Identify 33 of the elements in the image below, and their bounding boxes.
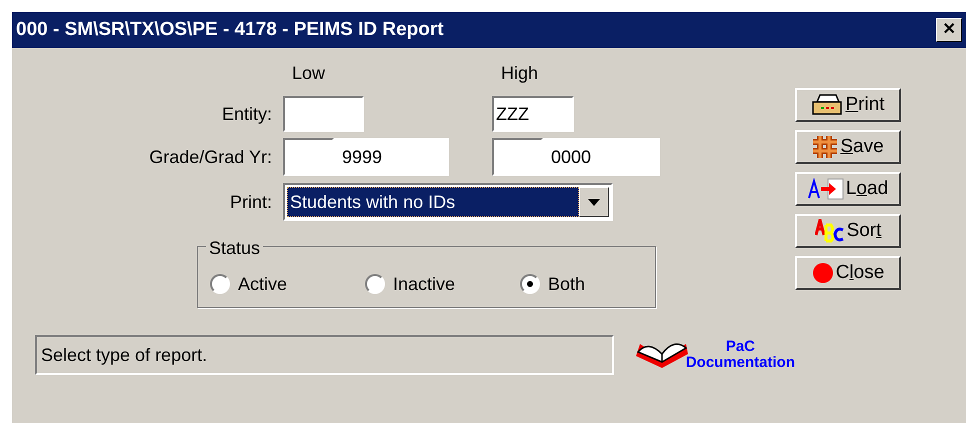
field-label: Grade/Grad Yr: — [148, 146, 272, 168]
year-high-field: 0000 — [543, 138, 660, 176]
close-button[interactable]: ✕ — [936, 18, 962, 42]
load-button[interactable]: Load — [795, 172, 901, 206]
radio-label: Both — [548, 272, 586, 296]
print-dropdown[interactable]: Students with no IDs — [283, 183, 613, 221]
hash-icon — [812, 135, 838, 159]
print-button[interactable]: Print — [795, 88, 901, 122]
field-label: Entity: — [220, 102, 272, 126]
documentation-link[interactable]: Documentation — [686, 355, 795, 371]
radio-button[interactable] — [365, 274, 385, 294]
printer-icon — [811, 93, 844, 117]
documentation-link[interactable]: PaC — [726, 339, 755, 355]
radio-label: Active — [238, 272, 288, 296]
letters-icon — [814, 219, 845, 243]
stop-icon — [812, 262, 834, 284]
grade-low-field[interactable] — [283, 138, 334, 176]
letter-arrow-icon — [808, 178, 844, 200]
close-button[interactable]: Close — [795, 256, 901, 290]
field-label: Print: — [228, 190, 272, 214]
grade-high-field[interactable] — [492, 138, 543, 176]
column-header: High — [500, 62, 538, 85]
entity-high-field[interactable]: ZZZ — [492, 96, 574, 132]
column-header: Low — [292, 62, 326, 85]
save-button[interactable]: Save — [795, 130, 901, 164]
window-title: 000 - SM\SR\TX\OS\PE - 4178 - PEIMS ID Report — [16, 18, 444, 42]
radio-button[interactable] — [210, 274, 230, 294]
status-message: Select type of report. — [35, 335, 614, 375]
entity-low-field[interactable] — [283, 96, 364, 132]
year-low-field: 9999 — [334, 138, 449, 176]
sort-button[interactable]: Sort — [795, 214, 901, 248]
radio-button[interactable] — [520, 274, 540, 294]
radio-label: Inactive — [393, 272, 456, 296]
